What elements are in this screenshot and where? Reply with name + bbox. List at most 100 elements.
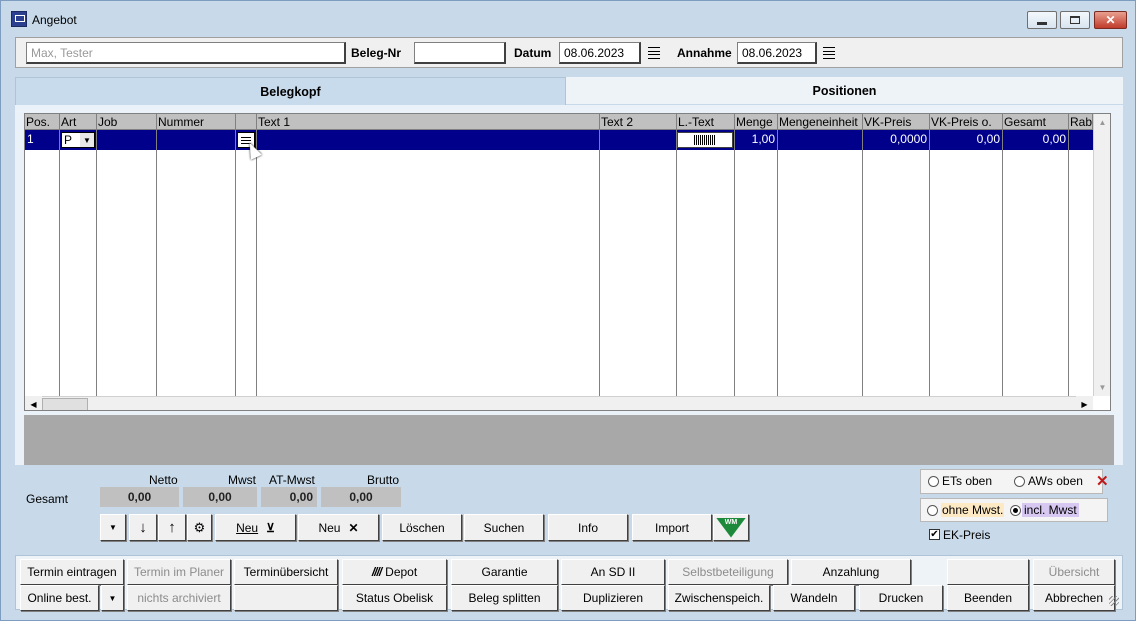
loeschen-button[interactable]: Löschen <box>382 514 462 541</box>
datum-field[interactable]: 08.06.2023 <box>559 42 641 64</box>
col-gesamt-header[interactable]: Gesamt <box>1003 114 1069 130</box>
scroll-left-icon[interactable]: ◀ <box>25 396 42 410</box>
an-sd-ii-button[interactable]: An SD II <box>561 559 665 585</box>
tab-positionen[interactable]: Positionen <box>566 77 1123 105</box>
cell-vkpreis[interactable]: 0,0000 <box>863 130 929 150</box>
col-divider <box>256 130 257 410</box>
online-best-dropdown[interactable]: ▼ <box>101 585 124 611</box>
positions-panel: Pos. Art Job Nummer Text 1 Text 2 L.-Tex… <box>15 105 1123 465</box>
minimize-button[interactable] <box>1027 11 1057 29</box>
ets-oben-label: ETs oben <box>942 474 993 488</box>
info-button[interactable]: Info <box>548 514 628 541</box>
art-combobox[interactable]: P ▼ <box>61 132 95 148</box>
ohne-mwst-radio[interactable] <box>927 505 938 516</box>
termin-eintragen-button[interactable]: Termin eintragen <box>20 559 124 585</box>
tab-strip: Belegkopf Positionen <box>15 77 1123 105</box>
col-menge-header[interactable]: Menge <box>735 114 778 130</box>
resize-grip-icon[interactable] <box>1109 596 1119 606</box>
wm-button[interactable]: WM <box>713 514 749 541</box>
garantie-button[interactable]: Garantie <box>451 559 558 585</box>
blank-button-2[interactable] <box>234 585 338 611</box>
horizontal-scrollbar[interactable]: ◀ ▶ <box>25 396 1093 410</box>
dropdown-arrow-icon[interactable]: ▼ <box>80 133 94 147</box>
settings-button[interactable]: ⚙ <box>187 514 212 541</box>
cell-pos[interactable]: 1 <box>25 130 59 150</box>
tab-belegkopf[interactable]: Belegkopf <box>15 77 566 105</box>
status-obelisk-button[interactable]: Status Obelisk <box>342 585 447 611</box>
datum-calendar-icon[interactable] <box>647 46 661 60</box>
move-up-button[interactable]: ↑ <box>158 514 186 541</box>
col-text1-header[interactable]: Text 1 <box>257 114 600 130</box>
brutto-label: Brutto <box>367 473 400 487</box>
angebot-window: Angebot ✕ Max, Tester Beleg-Nr Datum 08.… <box>0 0 1136 621</box>
ek-preis-checkbox[interactable]: ✔ <box>929 529 940 540</box>
scroll-up-icon[interactable]: ▲ <box>1094 114 1110 131</box>
incl-mwst-radio[interactable] <box>1010 505 1021 516</box>
col-text2-header[interactable]: Text 2 <box>600 114 677 130</box>
positions-grid[interactable]: Pos. Art Job Nummer Text 1 Text 2 L.-Tex… <box>24 113 1111 411</box>
neu-append-button[interactable]: Neu ⊻ <box>215 514 296 541</box>
scroll-thumb[interactable] <box>42 398 88 410</box>
customer-field[interactable]: Max, Tester <box>26 42 346 64</box>
col-rab-header[interactable]: Rab <box>1069 114 1093 130</box>
col-pos-header[interactable]: Pos. <box>25 114 60 130</box>
langtext-button[interactable] <box>677 132 733 148</box>
brutto-value: 0,00 <box>321 487 401 507</box>
beleg-splitten-button[interactable]: Beleg splitten <box>451 585 558 611</box>
import-button[interactable]: Import <box>632 514 712 541</box>
wandeln-button[interactable]: Wandeln <box>773 585 855 611</box>
col-divider <box>59 130 60 410</box>
duplizieren-button[interactable]: Duplizieren <box>561 585 665 611</box>
col-einheit-header[interactable]: Mengeneinheit <box>778 114 863 130</box>
col-vkpreis-o-header[interactable]: VK-Preis o. <box>930 114 1003 130</box>
vertical-scrollbar[interactable]: ▲ ▼ <box>1093 114 1110 396</box>
mwst-label: Mwst <box>228 473 256 487</box>
col-divider <box>862 130 863 410</box>
ets-oben-radio[interactable] <box>928 476 939 487</box>
annahme-label: Annahme <box>677 46 732 60</box>
drucken-button[interactable]: Drucken <box>859 585 943 611</box>
chevron-down-icon: ▼ <box>108 593 117 603</box>
scroll-down-icon[interactable]: ▼ <box>1094 379 1110 396</box>
maximize-icon <box>1070 16 1080 24</box>
anzahlung-button[interactable]: Anzahlung <box>791 559 911 585</box>
col-divider <box>156 130 157 410</box>
terminuebersicht-button[interactable]: Terminübersicht <box>234 559 338 585</box>
beleg-nr-field[interactable] <box>414 42 506 64</box>
neu-insert-button[interactable]: Neu ✕ <box>298 514 379 541</box>
zwischenspeich-button[interactable]: Zwischenspeich. <box>668 585 770 611</box>
uebersicht-button[interactable]: Übersicht <box>1033 559 1115 585</box>
col-ltext-header[interactable]: L.-Text <box>677 114 735 130</box>
col-job-header[interactable]: Job <box>97 114 157 130</box>
col-lookup-header[interactable] <box>236 114 257 130</box>
close-button[interactable]: ✕ <box>1094 11 1127 29</box>
suchen-button[interactable]: Suchen <box>464 514 544 541</box>
selbstbeteiligung-button[interactable]: Selbstbeteiligung <box>668 559 788 585</box>
maximize-button[interactable] <box>1060 11 1090 29</box>
close-red-icon[interactable]: ✕ <box>1096 474 1109 489</box>
annahme-field[interactable]: 08.06.2023 <box>737 42 817 64</box>
annahme-calendar-icon[interactable] <box>822 46 836 60</box>
mwst-options: ohne Mwst. incl. Mwst <box>920 498 1108 522</box>
col-divider <box>96 130 97 410</box>
scroll-right-icon[interactable]: ▶ <box>1076 396 1093 410</box>
art-value: P <box>64 133 73 147</box>
gesamt-label: Gesamt <box>26 492 69 506</box>
depot-button[interactable]: ////Depot <box>342 559 447 585</box>
dropdown-button[interactable]: ▼ <box>100 514 126 541</box>
blank-button[interactable] <box>947 559 1029 585</box>
col-nummer-header[interactable]: Nummer <box>157 114 236 130</box>
move-down-button[interactable]: ↓ <box>129 514 157 541</box>
cell-gesamt[interactable]: 0,00 <box>1003 130 1068 150</box>
aws-oben-radio[interactable] <box>1014 476 1025 487</box>
cell-menge[interactable]: 1,00 <box>735 130 777 150</box>
col-art-header[interactable]: Art <box>60 114 97 130</box>
online-best-button[interactable]: Online best. <box>20 585 99 611</box>
nichts-archiviert-button[interactable]: nichts archiviert <box>127 585 231 611</box>
abbrechen-button[interactable]: Abbrechen <box>1033 585 1115 611</box>
termin-im-planer-button[interactable]: Termin im Planer <box>127 559 231 585</box>
minimize-icon <box>1037 21 1047 25</box>
col-vkpreis-header[interactable]: VK-Preis <box>863 114 930 130</box>
cell-vkpreis-o[interactable]: 0,00 <box>930 130 1002 150</box>
beenden-button[interactable]: Beenden <box>947 585 1029 611</box>
